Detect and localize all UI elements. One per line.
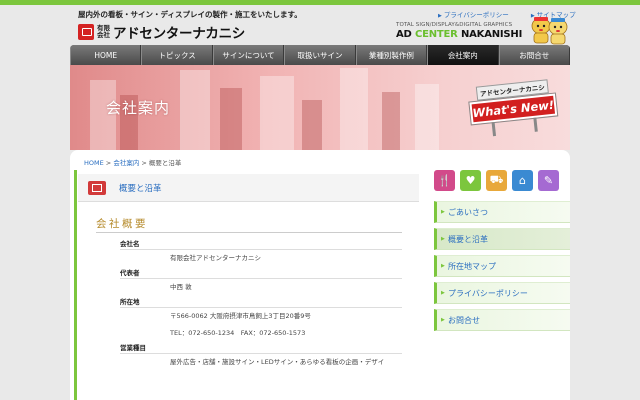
info-label-representative: 代表者 (120, 267, 402, 279)
building-silhouette (260, 76, 294, 150)
info-label-address: 所在地 (120, 296, 402, 308)
triangle-bullet-icon: ▶ (438, 13, 442, 19)
company-icon (88, 180, 106, 195)
hero-title: 会社案内 (106, 99, 171, 117)
hero-banner: 会社案内 アドセンターナカニシ What's New! (70, 65, 570, 150)
sidebar-item-overview-history[interactable]: ▶ 概要と沿革 (434, 228, 570, 250)
green-accent-stripe (74, 170, 77, 400)
site-header: 屋内外の看板・サイン・ディスプレイの製作・施工をいたします。 有限会社 アドセン… (70, 5, 576, 45)
info-label-company-name: 会社名 (120, 238, 402, 250)
breadcrumb-separator: > (103, 159, 114, 167)
sidebar-item-label: 概要と沿革 (448, 234, 488, 244)
sidebar-item-privacy-policy[interactable]: ▶ プライバシーポリシー (434, 282, 570, 304)
info-value-business: 屋外広告・店舗・施設サイン・LEDサイン・あらゆる看板の企画・デザイ (170, 358, 385, 366)
nav-item-home[interactable]: HOME (70, 45, 142, 65)
info-value-address: 〒566-0062 大阪府摂津市鳥飼上3丁目20番9号 (170, 312, 311, 320)
main-navigation: HOME トピックス サインについて 取扱いサイン 業種別製作例 会社案内 お問… (70, 45, 570, 65)
main-content: 概要と沿革 会社概要 会社名 有限会社アドセンターナカニシ 代表者 中西 敦 所… (74, 170, 419, 400)
sidebar-item-label: 所在地マップ (448, 261, 496, 271)
brand-name: AD CENTER NAKANISHI (396, 29, 528, 40)
info-value-company-name: 有限会社アドセンターナカニシ (170, 254, 261, 262)
section-divider (96, 232, 402, 233)
site-logo[interactable]: 有限会社 アドセンターナカニシ (78, 22, 245, 42)
brand-wordmark: TOTAL SIGN/DISPLAY&DIGITAL GRAPHICS AD C… (396, 22, 528, 40)
pencil-icon[interactable]: ✎ (538, 170, 559, 191)
nav-item-industry-examples[interactable]: 業種別製作例 (355, 45, 428, 65)
building-silhouette (220, 88, 242, 150)
breadcrumb: HOME > 会社案内 > 概要と沿革 (84, 157, 181, 167)
cart-icon[interactable]: ⛟ (486, 170, 507, 191)
category-icon-row: 🍴 ♥ ⛟ ⌂ ✎ (434, 170, 560, 192)
sign-post (491, 122, 497, 137)
logo-company-type: 有限会社 (97, 24, 110, 39)
building-silhouette (302, 100, 322, 150)
sidebar-menu: ▶ ごあいさつ ▶ 概要と沿革 ▶ 所在地マップ ▶ プライバシーポリシー ▶ お問合せ (434, 201, 570, 336)
brand-name-nakanishi: NAKANISHI (460, 29, 523, 40)
info-value-phone-fax: TEL：072-650-1234 FAX：072-650-1573 (170, 329, 306, 337)
site-tagline: 屋内外の看板・サイン・ディスプレイの製作・施工をいたします。 (78, 10, 302, 19)
triangle-bullet-icon: ▶ (441, 290, 445, 296)
logo-mark-icon (78, 24, 94, 40)
company-info-list: 会社名 有限会社アドセンターナカニシ 代表者 中西 敦 所在地 〒566-006… (120, 238, 410, 371)
breadcrumb-home-link[interactable]: HOME (84, 159, 104, 167)
sidebar-item-label: プライバシーポリシー (448, 288, 528, 298)
sidebar-item-location-map[interactable]: ▶ 所在地マップ (434, 255, 570, 277)
whats-new-sign[interactable]: アドセンターナカニシ What's New! (468, 79, 558, 137)
privacy-policy-link[interactable]: ▶ プライバシーポリシー (438, 11, 519, 19)
page-title: 概要と沿革 (119, 183, 162, 194)
triangle-bullet-icon: ▶ (441, 263, 445, 269)
brand-name-ad: AD (396, 29, 412, 40)
section-title: 会社概要 (96, 218, 148, 230)
logo-company-name: アドセンターナカニシ (113, 26, 245, 42)
building-silhouette (382, 92, 400, 150)
building-silhouette (415, 84, 439, 150)
info-label-business: 営業種目 (120, 342, 402, 354)
sidebar-item-contact[interactable]: ▶ お問合せ (434, 309, 570, 331)
brand-name-center: CENTER (414, 29, 458, 40)
content-area: HOME > 会社案内 > 概要と沿革 概要と沿革 会社概要 会社名 有限会社ア… (70, 150, 570, 400)
breadcrumb-current: 概要と沿革 (148, 159, 182, 167)
privacy-policy-label: プライバシーポリシー (443, 11, 509, 19)
building-silhouette (340, 68, 368, 150)
nav-item-contact[interactable]: お問合せ (498, 45, 570, 65)
house-icon[interactable]: ⌂ (512, 170, 533, 191)
heart-icon[interactable]: ♥ (460, 170, 481, 191)
sign-post (533, 117, 538, 132)
nav-item-products[interactable]: 取扱いサイン (284, 45, 356, 65)
triangle-bullet-icon: ▶ (441, 209, 445, 215)
mascot-illustration (531, 17, 568, 45)
page-heading-bar: 概要と沿革 (78, 174, 419, 202)
sidebar-item-label: お問合せ (448, 315, 480, 325)
sidebar-item-greeting[interactable]: ▶ ごあいさつ (434, 201, 570, 223)
info-value-representative: 中西 敦 (170, 283, 192, 291)
triangle-bullet-icon: ▶ (441, 236, 445, 242)
building-silhouette (180, 70, 210, 150)
nav-item-topics[interactable]: トピックス (141, 45, 213, 65)
nav-item-company[interactable]: 会社案内 (427, 45, 499, 65)
breadcrumb-company-link[interactable]: 会社案内 (113, 159, 139, 167)
triangle-bullet-icon: ▶ (441, 317, 445, 323)
nav-item-about-signs[interactable]: サインについて (212, 45, 285, 65)
brand-subtitle: TOTAL SIGN/DISPLAY&DIGITAL GRAPHICS (396, 22, 513, 28)
fork-knife-icon[interactable]: 🍴 (434, 170, 455, 191)
breadcrumb-separator: > (139, 159, 149, 167)
sidebar-item-label: ごあいさつ (448, 207, 488, 217)
header-links: ▶ プライバシーポリシー ▶ サイトマップ (438, 9, 596, 19)
